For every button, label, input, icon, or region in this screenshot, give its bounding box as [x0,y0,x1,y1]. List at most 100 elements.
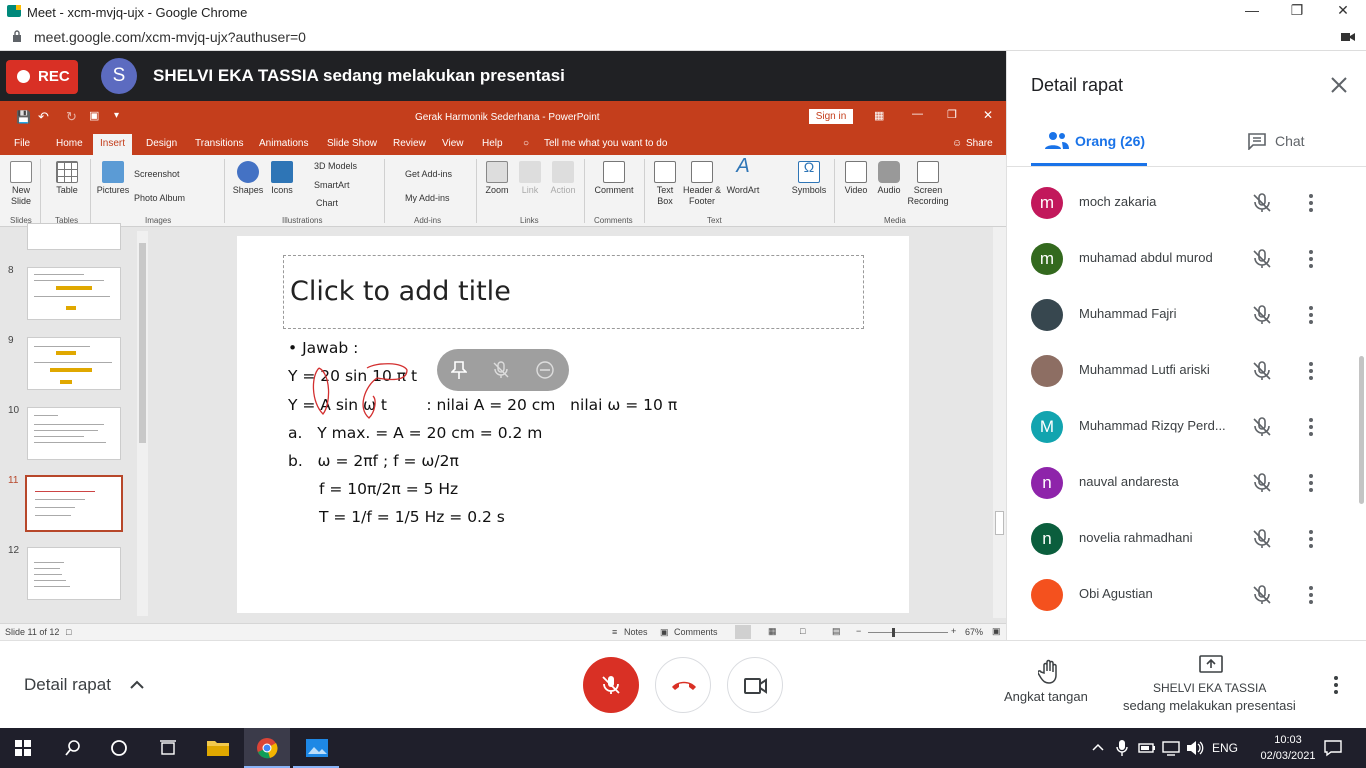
fit-slide-button[interactable]: ▣ [992,626,1001,637]
photos-taskbar-button[interactable] [293,728,339,768]
thumbnail-scrollbar[interactable] [137,231,148,616]
close-icon[interactable] [1327,73,1351,97]
redo-icon[interactable]: ↻ [66,109,77,125]
tab-file[interactable]: File [14,138,30,149]
task-view-button[interactable] [145,728,191,768]
mic-off-icon[interactable] [1251,192,1273,214]
more-options-icon[interactable] [1303,528,1319,550]
more-options-icon[interactable] [1303,192,1319,214]
participant-row[interactable]: Muhammad Lutfi ariski [1007,343,1357,399]
maximize-button[interactable]: ❐ [1282,2,1312,22]
battery-icon[interactable] [1138,741,1156,755]
pictures-button[interactable]: Pictures [96,161,130,196]
mic-off-icon[interactable] [1251,584,1273,606]
save-icon[interactable]: 💾 [16,110,31,124]
more-options-icon[interactable] [1303,472,1319,494]
reading-view-button[interactable]: □ [800,626,805,636]
action-button[interactable]: Action [548,161,578,196]
quick-access-icon[interactable]: ▣ [89,109,99,122]
more-options-icon[interactable] [1303,416,1319,438]
more-options-icon[interactable] [1330,675,1342,695]
zoom-slider-thumb[interactable] [892,628,895,637]
participant-row[interactable]: m moch zakaria [1007,175,1357,231]
tab-people[interactable]: Orang (26) [1075,133,1145,149]
notification-center-icon[interactable] [1324,739,1342,757]
tab-home[interactable]: Home [56,138,83,149]
minimize-button[interactable]: — [1237,2,1267,22]
participant-row[interactable]: Obi Agustian [1007,567,1357,623]
slide-thumbnail-selected[interactable] [25,475,123,532]
chrome-taskbar-button[interactable] [244,728,290,768]
text-box-button[interactable]: Text Box [652,161,678,207]
video-button[interactable]: Video [842,161,870,196]
photo-album-button[interactable]: Photo Album [134,193,185,204]
mic-off-icon[interactable] [1251,416,1273,438]
slide-thumbnail[interactable] [27,407,121,460]
tab-slide-show[interactable]: Slide Show [327,138,377,149]
ppt-close-button[interactable]: ✕ [983,108,993,122]
language-indicator[interactable]: ENG [1212,741,1238,755]
mic-off-icon[interactable] [1251,248,1273,270]
tab-help[interactable]: Help [482,138,503,149]
mic-off-icon[interactable] [1251,528,1273,550]
present-screen-icon[interactable] [1199,655,1223,673]
participant-row[interactable]: n nauval andaresta [1007,455,1357,511]
audio-button[interactable]: Audio [874,161,904,196]
meeting-details-button[interactable]: Detail rapat [24,675,111,695]
participant-row[interactable]: m muhamad abdul murod [1007,231,1357,287]
zoom-level[interactable]: 67% [965,627,983,637]
slide-thumbnail[interactable] [27,267,121,320]
file-explorer-button[interactable] [195,728,241,768]
slideshow-button[interactable]: ▤ [832,626,841,637]
slide-canvas[interactable]: Click to add title • Jawab : Y = 20 sin … [237,236,909,613]
3d-models-button[interactable]: 3D Models [314,161,357,172]
participant-row[interactable]: Muhammad Fajri [1007,287,1357,343]
zoom-slider[interactable] [868,632,948,633]
participant-scrollbar[interactable] [1359,356,1364,504]
slide-scroll-thumb[interactable] [995,511,1004,535]
chevron-up-icon[interactable] [128,677,146,691]
zoom-button[interactable]: Zoom [483,161,511,196]
wordart-button[interactable]: A WordArt [724,156,762,196]
notes-button[interactable]: Notes [624,627,648,637]
tab-chat[interactable]: Chat [1275,133,1305,149]
start-button[interactable] [0,728,46,768]
mic-toggle-button[interactable] [583,657,639,713]
more-options-icon[interactable] [1303,584,1319,606]
icons-button[interactable]: Icons [268,161,296,196]
symbols-button[interactable]: Ω Symbols [790,160,828,196]
table-button[interactable]: Table [52,161,82,196]
shapes-button[interactable]: Shapes [231,161,265,196]
tab-review[interactable]: Review [393,138,426,149]
volume-icon[interactable] [1186,740,1204,756]
more-options-icon[interactable] [1303,248,1319,270]
camera-toggle-button[interactable] [727,657,783,713]
accessibility-icon[interactable]: □ [66,627,71,637]
comment-button[interactable]: Comment [592,161,636,196]
customize-qat-icon[interactable]: ▾ [114,110,119,121]
mic-off-icon[interactable] [1251,304,1273,326]
network-icon[interactable] [1162,740,1180,756]
camera-indicator-icon[interactable] [1341,31,1355,43]
title-placeholder[interactable]: Click to add title [283,255,864,329]
chevron-up-icon[interactable] [1092,742,1104,752]
normal-view-button[interactable] [735,625,751,639]
comments-button[interactable]: Comments [674,627,718,637]
tab-transitions[interactable]: Transitions [195,138,244,149]
mic-off-icon[interactable] [1251,360,1273,382]
slide-scrollbar[interactable] [993,227,1006,618]
thumbnail-scroll-thumb[interactable] [139,243,146,443]
more-options-icon[interactable] [1303,360,1319,382]
ppt-minimize-button[interactable]: — [912,108,923,120]
ribbon-display-icon[interactable]: ▦ [874,109,884,122]
raise-hand-icon[interactable] [1038,659,1062,685]
zoom-out-button[interactable]: − [856,626,861,636]
sign-in-button[interactable]: Sign in [809,109,853,124]
screenshot-button[interactable]: Screenshot [134,169,180,180]
header-footer-button[interactable]: Header & Footer [682,161,722,207]
participant-row[interactable]: M Muhammad Rizqy Perd... [1007,399,1357,455]
new-slide-button[interactable]: New Slide [6,161,36,207]
zoom-in-button[interactable]: + [951,626,956,636]
slide-thumbnail[interactable] [27,547,121,600]
share-button[interactable]: Share [966,138,993,149]
